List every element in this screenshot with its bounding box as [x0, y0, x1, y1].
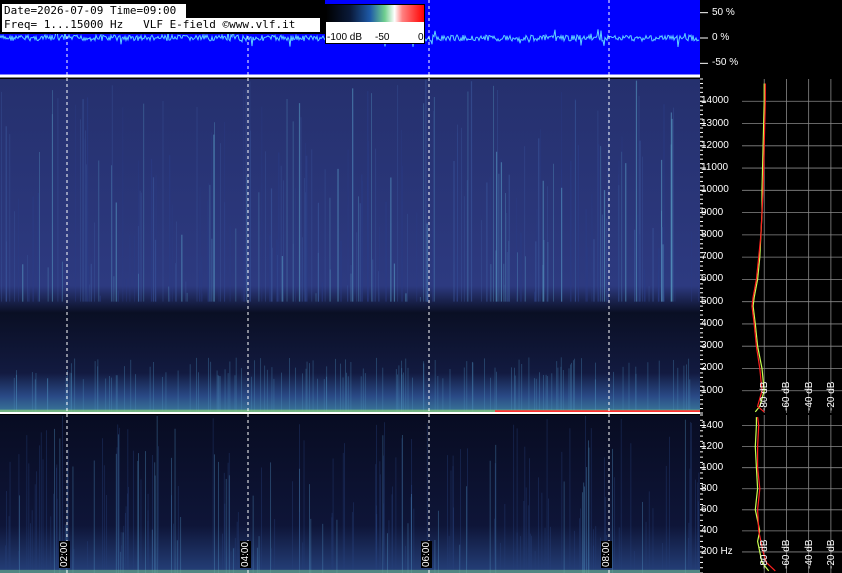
spectrum-full-x-tick-label: -60 dB: [781, 381, 793, 411]
colorbar-label-max: 0: [418, 32, 424, 43]
colorbar-label-min: -100 dB: [327, 32, 363, 43]
colorbar-label-mid: -50: [375, 32, 390, 43]
time-tick-label: 02:00: [59, 540, 70, 568]
spectrogram-low-y-tick-label: 600: [701, 503, 718, 515]
header-info: Date=2026-07-09 Time=09:00 Freq= 1...150…: [0, 0, 325, 34]
spectrogram-low-y-tick-label: 1400: [701, 419, 724, 431]
spectrum-full-x-tick-label: -20 dB: [825, 381, 837, 411]
colorbar-gradient: [326, 5, 424, 22]
time-tick-label: 06:00: [421, 540, 432, 568]
spectrogram-full-y-tick-label: 14000: [701, 95, 729, 107]
date-time-label: Date=2026-07-09 Time=09:00: [4, 4, 177, 17]
waveform-y-tick-label: -50 %: [712, 57, 739, 69]
colorbar-legend: -100 dB -50 0: [325, 4, 425, 44]
spectrogram-full-y-tick-label: 10000: [701, 184, 729, 196]
spectrogram-full-y-tick-label: 6000: [701, 273, 724, 285]
spectrum-low-x-tick-label: -80 dB: [759, 539, 771, 569]
vlf-spectrogram-display: Date=2026-07-09 Time=09:00 Freq= 1...150…: [0, 0, 842, 573]
spectrum-full-panel: [742, 79, 842, 413]
spectrogram-full-y-tick-label: 3000: [701, 340, 724, 352]
spectrogram-full-panel: [0, 78, 742, 414]
spectrogram-full-background: [0, 79, 700, 413]
spectrogram-full-y-tick-label: 11000: [701, 162, 729, 174]
spectrogram-full-y-tick-label: 1000: [701, 384, 724, 396]
spectrogram-low-panel: [0, 414, 742, 573]
spectrogram-full-y-tick-label: 4000: [701, 317, 724, 329]
spectrogram-low-y-tick-label: 1000: [701, 461, 724, 473]
spectrum-low-x-tick-label: -60 dB: [781, 539, 793, 569]
spectrogram-full-y-tick-label: 13000: [701, 117, 729, 129]
spectrogram-full-y-tick-label: 7000: [701, 251, 724, 263]
spectrogram-low-y-tick-label: 1200: [701, 440, 724, 452]
spectrogram-full-y-tick-label: 5000: [701, 295, 724, 307]
time-tick-label: 04:00: [240, 540, 251, 568]
freq-range-label: Freq= 1...15000 Hz VLF E-field ©www.vlf.…: [4, 18, 296, 31]
spectrogram-full-y-tick-label: 8000: [701, 228, 724, 240]
time-tick-label: 08:00: [601, 540, 612, 568]
spectrum-low-x-tick-label: -40 dB: [803, 539, 815, 569]
spectrogram-full-y-tick-label: 9000: [701, 206, 724, 218]
waveform-y-tick-label: 0 %: [712, 32, 730, 43]
spectrogram-full-y-tick-label: 12000: [701, 139, 729, 151]
spectrogram-low-y-tick-label: 400: [701, 524, 718, 536]
spectrogram-full-y-tick-label: 2000: [701, 362, 724, 374]
spectrum-full-x-tick-label: -40 dB: [803, 381, 815, 411]
spectrum-low-x-tick-label: -20 dB: [825, 539, 837, 569]
spectrum-full-x-tick-label: -80 dB: [759, 381, 771, 411]
spectrogram-low-background: [0, 415, 700, 573]
waveform-y-tick-label: 50 %: [712, 6, 735, 18]
spectrogram-low-y-tick-label: 800: [701, 482, 718, 494]
spectrogram-low-y-tick-label: 200 Hz: [701, 545, 733, 557]
